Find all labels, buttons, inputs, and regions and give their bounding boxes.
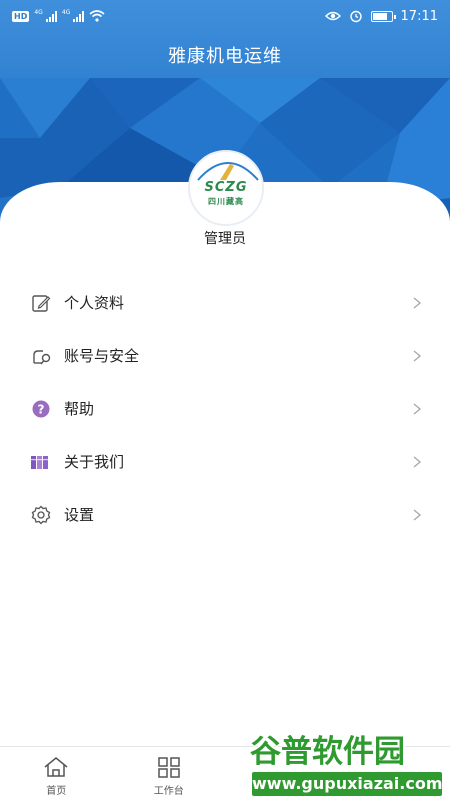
- alarm-icon: [349, 10, 362, 23]
- books-icon: [30, 451, 52, 473]
- chevron-right-icon: [413, 508, 422, 521]
- signal-icon: [45, 10, 57, 22]
- menu-item-label: 账号与安全: [64, 347, 140, 365]
- logo-arc-icon: [197, 162, 259, 181]
- watermark: 谷普软件园 www.gupuxiazai.com: [246, 728, 450, 800]
- profile-screen: HD 4G 4G 17:11 雅康机电运维 SCZG 四川藏高 管理员 个人资料…: [0, 0, 450, 800]
- chevron-right-icon: [413, 402, 422, 415]
- menu-item-help[interactable]: ? 帮助: [0, 382, 450, 435]
- watermark-title: 谷普软件园: [250, 733, 405, 770]
- menu-item-label: 个人资料: [64, 294, 125, 312]
- svg-text:?: ?: [38, 402, 45, 416]
- home-icon: [41, 755, 71, 779]
- tab-workbench[interactable]: 工作台: [113, 747, 226, 800]
- tab-label: 首页: [46, 786, 67, 797]
- eye-icon: [324, 11, 341, 21]
- wifi-icon: [89, 10, 105, 22]
- menu-item-label: 帮助: [64, 400, 95, 418]
- menu-item-label: 设置: [64, 506, 95, 524]
- battery-icon: [370, 10, 396, 22]
- menu-item-account-security[interactable]: 账号与安全: [0, 329, 450, 382]
- network-type-1: 4G: [34, 8, 43, 16]
- watermark-url: www.gupuxiazai.com: [252, 772, 443, 796]
- network-type-2: 4G: [61, 8, 71, 16]
- menu-item-settings[interactable]: 设置: [0, 488, 450, 541]
- account-security-icon: [30, 345, 52, 367]
- logo-subtitle: 四川藏高: [208, 197, 244, 206]
- status-time: 17:11: [400, 8, 438, 24]
- menu-item-profile[interactable]: 个人资料: [0, 276, 450, 329]
- status-bar: HD 4G 4G 17:11: [0, 0, 450, 32]
- username: 管理员: [204, 231, 246, 247]
- tab-label: 工作台: [153, 786, 184, 797]
- logo-letters: SCZG: [204, 180, 248, 195]
- signal-icon-2: [73, 10, 85, 22]
- company-logo: SCZG 四川藏高: [188, 150, 264, 226]
- edit-icon: [30, 292, 52, 314]
- grid-icon: [154, 755, 184, 779]
- chevron-right-icon: [413, 349, 422, 362]
- hd-badge: HD: [12, 10, 30, 22]
- tab-home[interactable]: 首页: [0, 747, 113, 800]
- profile-menu: 个人资料 账号与安全 ? 帮助 关于我们 设置: [0, 276, 450, 541]
- help-icon: ?: [30, 398, 52, 420]
- menu-item-about[interactable]: 关于我们: [0, 435, 450, 488]
- chevron-right-icon: [413, 455, 422, 468]
- menu-item-label: 关于我们: [64, 453, 125, 471]
- gear-icon: [30, 504, 52, 526]
- page-title: 雅康机电运维: [168, 46, 282, 67]
- chevron-right-icon: [413, 296, 422, 309]
